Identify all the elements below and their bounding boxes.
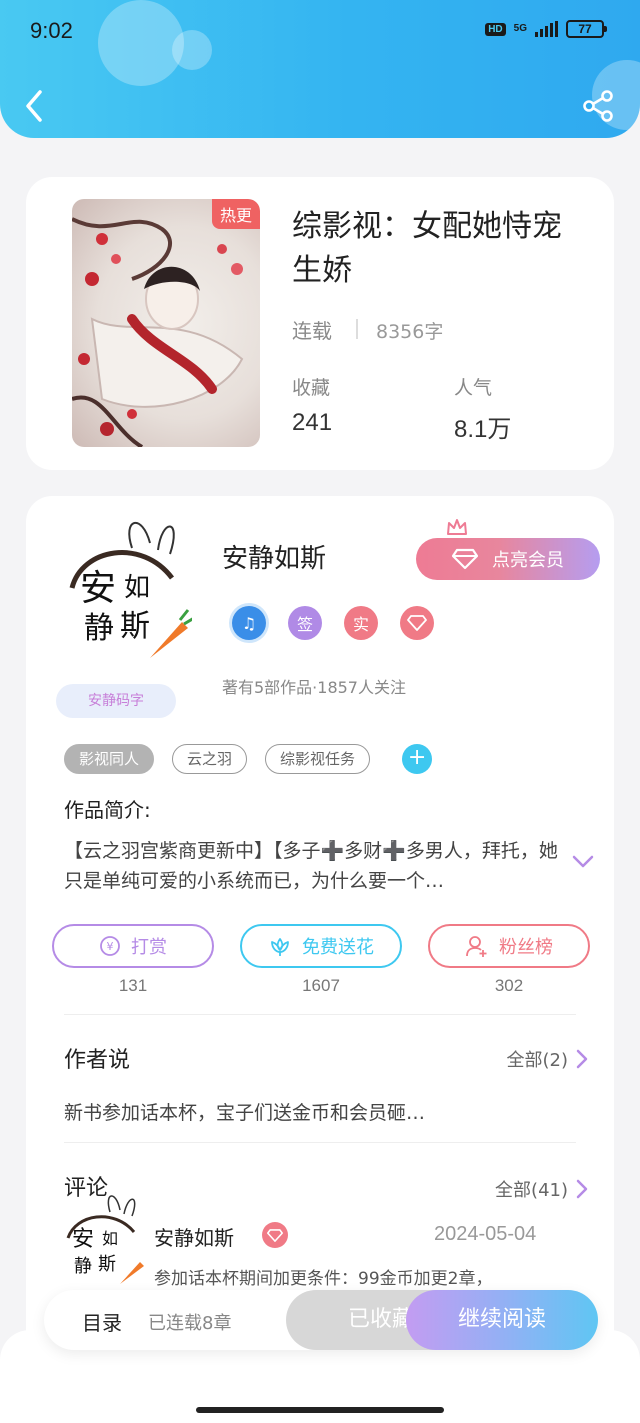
tag-list: 影视同人 云之羽 综影视任务 +: [64, 744, 433, 774]
comments-more-label: 全部(41): [495, 1180, 568, 1201]
diamond-icon: [267, 1228, 283, 1242]
coin-icon: ¥: [100, 936, 120, 956]
signed-badge-text: 签: [296, 615, 313, 634]
intro-label: 作品简介:: [64, 798, 151, 822]
diamond-icon[interactable]: [400, 606, 434, 640]
send-flower-button[interactable]: 免费送花: [240, 924, 402, 968]
verified-badge-text: 实: [352, 615, 369, 634]
svg-text:¥: ¥: [107, 940, 114, 953]
send-flower-label: 免费送花: [302, 937, 374, 958]
diamond-icon: [262, 1222, 288, 1248]
author-card: 安 如 静 斯 安静码字 安静如斯 点亮会员 ♫ 签 实 著有5部作品·1857…: [26, 496, 614, 1396]
popularity-label: 人气: [454, 377, 493, 399]
signal-icon: [535, 21, 558, 37]
author-says-more[interactable]: 全部(2): [507, 1046, 589, 1072]
diamond-icon: [452, 548, 478, 570]
book-info-card: 热更 综影视：女配她恃宠生娇 连载 8356字 收藏 241 人气 8.1万: [26, 177, 614, 470]
tag-item[interactable]: 云之羽: [172, 744, 248, 774]
author-says-title: 作者说: [64, 1048, 131, 1073]
commenter-name[interactable]: 安静如斯: [154, 1222, 234, 1251]
share-icon[interactable]: [580, 88, 616, 124]
chevron-right-icon: [576, 1049, 588, 1069]
author-says-more-label: 全部(2): [506, 1050, 569, 1071]
tip-button[interactable]: ¥ 打赏: [52, 924, 214, 968]
author-works-followers: 著有5部作品·1857人关注: [222, 678, 406, 697]
status-icons: HD 5G 77: [485, 20, 607, 38]
signed-badge[interactable]: 签: [288, 606, 322, 640]
author-says-text[interactable]: 新书参加话本杯，宝子们送金币和会员砸…: [64, 1098, 425, 1125]
intro-text: 【云之羽宫紫商更新中】【多子➕多财➕多男人，拜托，她只是单纯可爱的小系统而已，为…: [64, 840, 558, 892]
svg-text:静: 静: [84, 611, 114, 646]
top-header: 9:02 HD 5G 77: [0, 0, 640, 138]
network-label: 5G: [513, 23, 527, 34]
decor-bubble: [98, 0, 184, 86]
divider: [356, 319, 358, 339]
comment-date: 2024-05-04: [434, 1223, 537, 1245]
tag-item[interactable]: 影视同人: [64, 744, 155, 774]
back-icon[interactable]: [20, 86, 50, 126]
bottom-action-bar: 目录 已连载8章 已收藏 继续阅读: [44, 1290, 598, 1350]
chapter-count[interactable]: 已连载8章: [148, 1309, 231, 1335]
author-signature-tag: 安静码字: [56, 684, 176, 718]
light-up-vip-button[interactable]: 点亮会员: [416, 538, 600, 580]
divider: [64, 1142, 576, 1143]
book-title: 综影视：女配她恃宠生娇: [292, 209, 562, 288]
hd-icon: HD: [485, 22, 506, 36]
commenter-avatar[interactable]: 安 如 静 斯: [64, 1188, 144, 1288]
chevron-right-icon: [576, 1179, 588, 1199]
crown-icon: [447, 519, 467, 535]
verified-badge[interactable]: 实: [344, 606, 378, 640]
chevron-down-icon[interactable]: [571, 854, 595, 870]
continue-reading-button[interactable]: 继续阅读: [406, 1290, 598, 1350]
fan-count: 302: [494, 976, 524, 995]
favorites-label: 收藏: [292, 377, 331, 399]
decor-bubble: [172, 30, 212, 70]
svg-text:斯: 斯: [120, 609, 150, 644]
svg-text:如: 如: [102, 1229, 118, 1248]
vip-button-label: 点亮会员: [492, 550, 564, 571]
svg-text:安: 安: [72, 1227, 94, 1252]
author-name[interactable]: 安静如斯: [222, 538, 326, 575]
toc-button[interactable]: 目录: [82, 1307, 122, 1336]
favorites-value: 241: [292, 409, 333, 436]
diamond-icon: [407, 615, 427, 631]
home-indicator: [196, 1407, 444, 1413]
music-medal-icon[interactable]: ♫: [232, 606, 266, 640]
flower-icon: [271, 938, 289, 956]
popularity-value: 8.1万: [454, 416, 512, 443]
author-badges: ♫ 签 实: [232, 606, 434, 640]
svg-text:安: 安: [80, 568, 116, 609]
hot-update-badge: 热更: [211, 199, 260, 229]
svg-text:斯: 斯: [98, 1254, 116, 1275]
comment-text[interactable]: 参加话本杯期间加更条件：99金币加更2章，: [154, 1264, 492, 1289]
comments-more[interactable]: 全部(41): [495, 1176, 588, 1202]
book-cover[interactable]: 热更: [72, 199, 260, 447]
add-tag-button[interactable]: +: [402, 744, 433, 774]
author-avatar[interactable]: 安 如 静 斯: [62, 508, 192, 668]
cover-illustration: [72, 217, 244, 447]
fan-rank-label: 粉丝榜: [499, 937, 553, 958]
word-count: 8356字: [376, 321, 444, 343]
book-status: 连载: [292, 319, 332, 343]
svg-text:静: 静: [74, 1256, 92, 1277]
status-time: 9:02: [30, 18, 73, 43]
divider: [64, 1014, 576, 1015]
tip-count: 131: [118, 976, 148, 995]
fan-rank-button[interactable]: 粉丝榜: [428, 924, 590, 968]
tip-button-label: 打赏: [131, 937, 167, 958]
battery-icon: 77: [566, 20, 607, 38]
tag-item[interactable]: 综影视任务: [265, 744, 371, 774]
flower-count: 1607: [302, 976, 340, 995]
svg-text:如: 如: [124, 573, 150, 603]
fan-icon: [466, 936, 487, 957]
